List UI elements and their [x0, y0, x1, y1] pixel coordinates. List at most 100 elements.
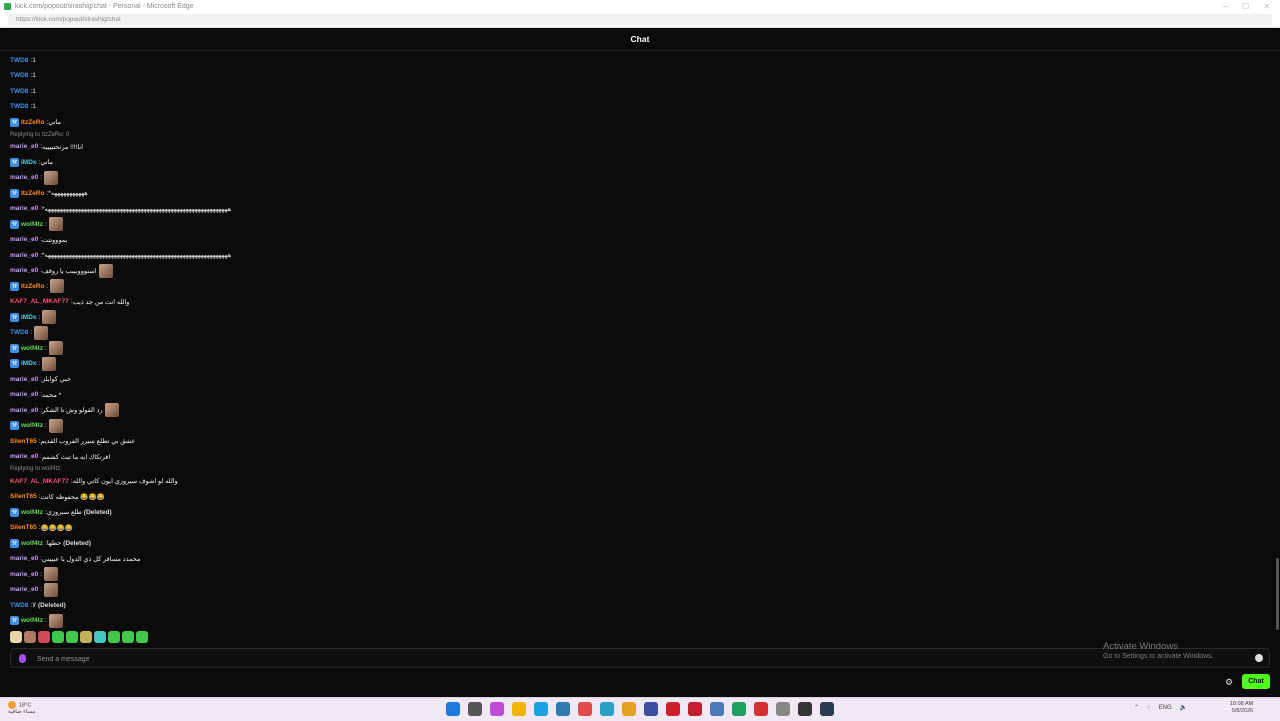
chat-username[interactable]: marie_e0 [10, 376, 38, 383]
quick-emote-button[interactable] [108, 631, 120, 643]
chat-scrollbar[interactable] [1276, 52, 1279, 630]
quick-emote-button[interactable] [66, 631, 78, 643]
send-chat-button[interactable]: Chat [1242, 674, 1270, 689]
chat-emote-image[interactable] [48, 217, 63, 231]
chat-emote-image[interactable] [50, 279, 65, 293]
chat-emote-image[interactable] [42, 356, 57, 371]
chat-username[interactable]: marie_e0 [10, 391, 38, 398]
chat-username[interactable]: TWD8 [10, 602, 28, 609]
taskbar-app-icon[interactable] [820, 702, 834, 716]
chat-username[interactable]: marie_e0 [10, 236, 38, 243]
taskbar-app-icon[interactable] [710, 702, 724, 716]
chat-username[interactable]: TWD8 [10, 57, 28, 64]
taskbar-app-icon[interactable] [754, 702, 768, 716]
quick-emote-button[interactable] [10, 631, 22, 643]
chat-emote-image[interactable] [48, 613, 63, 628]
chat-username[interactable]: wolf4tz [21, 617, 43, 624]
taskbar-app-icon[interactable] [776, 702, 790, 716]
chat-emote-image[interactable] [48, 341, 63, 355]
chat-username[interactable]: marie_e0 [10, 453, 38, 460]
chat-username[interactable]: TWD8 [10, 88, 28, 95]
chat-input[interactable] [35, 651, 1239, 667]
moderator-badge-icon[interactable]: ⚒ [10, 616, 19, 625]
minimize-button[interactable]: ─ [1222, 2, 1228, 11]
moderator-badge-icon[interactable]: ⚒ [10, 343, 19, 353]
mic-icon[interactable] [19, 654, 26, 663]
chat-username[interactable]: marie_e0 [10, 252, 38, 259]
emoji-picker-icon[interactable] [1255, 654, 1263, 662]
chat-username[interactable]: SilenT65 [10, 524, 37, 531]
chat-username[interactable]: marie_e0 [10, 407, 38, 414]
chat-username[interactable]: ItzZeRo [21, 119, 44, 126]
chat-username[interactable]: SilenT65 [10, 438, 37, 445]
moderator-badge-icon[interactable]: ⚒ [10, 157, 19, 167]
chat-username[interactable]: TWD8 [10, 72, 28, 79]
chat-username[interactable]: iMDx [21, 314, 37, 321]
chat-username[interactable]: marie_e0 [10, 586, 38, 593]
chat-emote-image[interactable] [44, 582, 59, 597]
chat-username[interactable]: wolf4tz [21, 509, 43, 516]
chat-username[interactable]: marie_e0 [10, 205, 38, 212]
weather-widget[interactable]: 18°C مساء صافية [8, 701, 35, 716]
chat-emote-image[interactable] [98, 263, 113, 278]
chat-username[interactable]: TWD8 [10, 329, 28, 336]
taskbar-app-icon[interactable] [512, 702, 526, 716]
moderator-badge-icon[interactable]: ⚒ [10, 538, 19, 548]
chat-emote-image[interactable] [44, 567, 59, 581]
taskbar-app-icon[interactable] [446, 702, 460, 716]
chat-username[interactable]: ItzZeRo [21, 283, 44, 290]
chat-username[interactable]: iMDx [21, 159, 37, 166]
chat-emote-image[interactable] [44, 170, 59, 185]
chat-username[interactable]: KAF7_AL_MKAF77 [10, 478, 69, 485]
quick-emote-button[interactable] [24, 631, 36, 643]
moderator-badge-icon[interactable]: ⚒ [10, 219, 19, 229]
taskbar-app-icon[interactable] [798, 702, 812, 716]
chat-username[interactable]: marie_e0 [10, 267, 38, 274]
language-indicator[interactable]: ENG [1159, 705, 1172, 711]
chat-emote-image[interactable] [104, 403, 119, 417]
chat-settings-gear-icon[interactable]: ⚙ [1225, 677, 1233, 688]
chat-username[interactable]: iMDx [21, 360, 37, 367]
moderator-badge-icon[interactable]: ⚒ [10, 312, 19, 322]
taskbar-app-icon[interactable] [534, 702, 548, 716]
chat-username[interactable]: TWD8 [10, 103, 28, 110]
quick-emote-button[interactable] [94, 631, 106, 643]
chat-username[interactable]: wolf4tz [21, 422, 43, 429]
taskbar-app-icon[interactable] [732, 702, 746, 716]
maximize-button[interactable]: ☐ [1242, 2, 1249, 11]
moderator-badge-icon[interactable]: ⚒ [10, 117, 19, 127]
chat-emote-image[interactable] [42, 310, 57, 324]
chat-username[interactable]: KAF7_AL_MKAF77 [10, 298, 69, 305]
chat-message-list[interactable]: TWD8:1 TWD8:1 TWD8:1 TWD8:1 ⚒ ItzZeRo: ماتي Rep… [0, 52, 1270, 630]
moderator-badge-icon[interactable]: ⚒ [10, 507, 19, 517]
taskbar-app-icon[interactable] [468, 702, 482, 716]
moderator-badge-icon[interactable]: ⚒ [10, 359, 19, 368]
close-button[interactable]: ✕ [1263, 2, 1270, 11]
url-field[interactable]: https://kick.com/popout/sirashig/chat [8, 14, 1272, 25]
chat-username[interactable]: SilenT65 [10, 493, 37, 500]
taskbar-app-icon[interactable] [644, 702, 658, 716]
moderator-badge-icon[interactable]: ⚒ [10, 421, 19, 430]
taskbar-app-icon[interactable] [600, 702, 614, 716]
chat-username[interactable]: marie_e0 [10, 555, 38, 562]
taskbar-app-icon[interactable] [578, 702, 592, 716]
taskbar-app-icon[interactable] [556, 702, 570, 716]
chat-username[interactable]: wolf4tz [21, 345, 43, 352]
chat-username[interactable]: ItzZeRo [21, 190, 44, 197]
moderator-badge-icon[interactable]: ⚒ [10, 188, 19, 198]
chat-username[interactable]: wolf4tz [21, 221, 43, 228]
taskbar-clock[interactable]: 10:08 AM 5/8/2026 [1230, 701, 1253, 715]
tray-chevron-icon[interactable]: ⌃ [1134, 704, 1139, 711]
chat-username[interactable]: marie_e0 [10, 571, 38, 578]
quick-emote-button[interactable] [122, 631, 134, 643]
moderator-badge-icon[interactable]: ⚒ [10, 281, 19, 291]
taskbar-app-icon[interactable] [490, 702, 504, 716]
quick-emote-button[interactable] [80, 631, 92, 643]
taskbar-app-icon[interactable] [666, 702, 680, 716]
quick-emote-button[interactable] [52, 631, 64, 643]
quick-emote-button[interactable] [136, 631, 148, 643]
network-icon[interactable]: ◌ [1147, 705, 1151, 711]
chat-username[interactable]: wolf4tz [21, 540, 43, 547]
chat-emote-image[interactable] [48, 418, 63, 433]
quick-emote-button[interactable] [38, 631, 50, 643]
